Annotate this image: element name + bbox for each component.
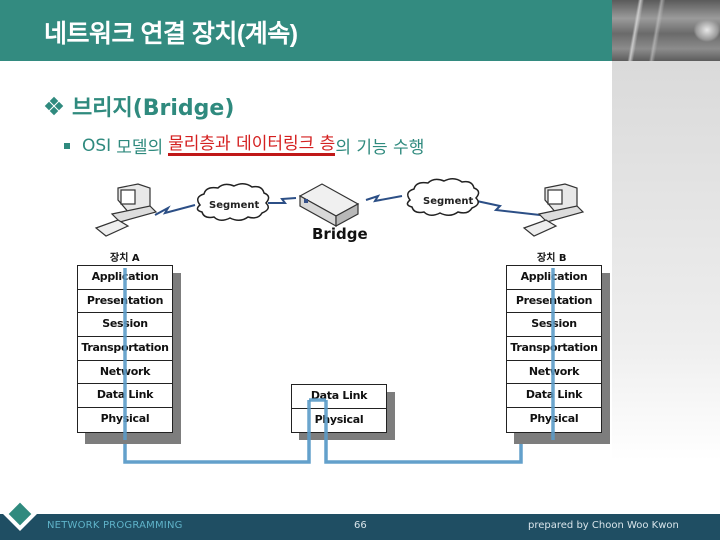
link-a-segment xyxy=(154,204,196,216)
layer-session: Session xyxy=(78,313,172,338)
bridge-device-icon xyxy=(298,183,360,228)
layer-application: Application xyxy=(78,266,172,290)
osi-stack-bridge: Data Link Physical xyxy=(291,384,395,440)
footer: NETWORK PROGRAMMING 66 prepared by Choon… xyxy=(0,514,720,540)
layer-physical: Physical xyxy=(314,412,364,426)
link-bridge-segment xyxy=(365,194,403,203)
layer-application: Application xyxy=(507,266,601,290)
layer-data-link: Data Link xyxy=(507,384,601,409)
footer-course: NETWORK PROGRAMMING xyxy=(47,520,183,531)
layer-presentation: Presentation xyxy=(507,290,601,314)
bridge-label: Bridge xyxy=(312,225,368,243)
link-segment-bridge xyxy=(268,197,297,204)
layer-data-link: Data Link xyxy=(78,384,172,409)
computer-a-icon xyxy=(94,183,158,237)
device-b-label: 장치 B xyxy=(537,253,567,264)
layer-data-link: Data Link xyxy=(292,385,386,409)
segment-label-left: Segment xyxy=(209,200,260,211)
layer-physical: Physical xyxy=(529,412,579,426)
layer-network: Network xyxy=(507,361,601,385)
layer-session: Session xyxy=(507,313,601,338)
layer-transportation: Transportation xyxy=(507,337,601,361)
osi-stack-a: Application Presentation Session Transpo… xyxy=(77,265,181,444)
segment-label-right: Segment xyxy=(423,196,474,207)
computer-b-icon xyxy=(522,183,585,237)
device-a-label: 장치 A xyxy=(110,253,140,264)
layer-transportation: Transportation xyxy=(78,337,172,361)
layer-network: Network xyxy=(78,361,172,385)
layer-physical: Physical xyxy=(100,412,150,426)
page-number: 66 xyxy=(354,520,367,531)
osi-stack-b: Application Presentation Session Transpo… xyxy=(506,265,610,444)
footer-author: prepared by Choon Woo Kwon xyxy=(528,520,679,531)
link-segment-b xyxy=(471,199,541,216)
layer-presentation: Presentation xyxy=(78,290,172,314)
